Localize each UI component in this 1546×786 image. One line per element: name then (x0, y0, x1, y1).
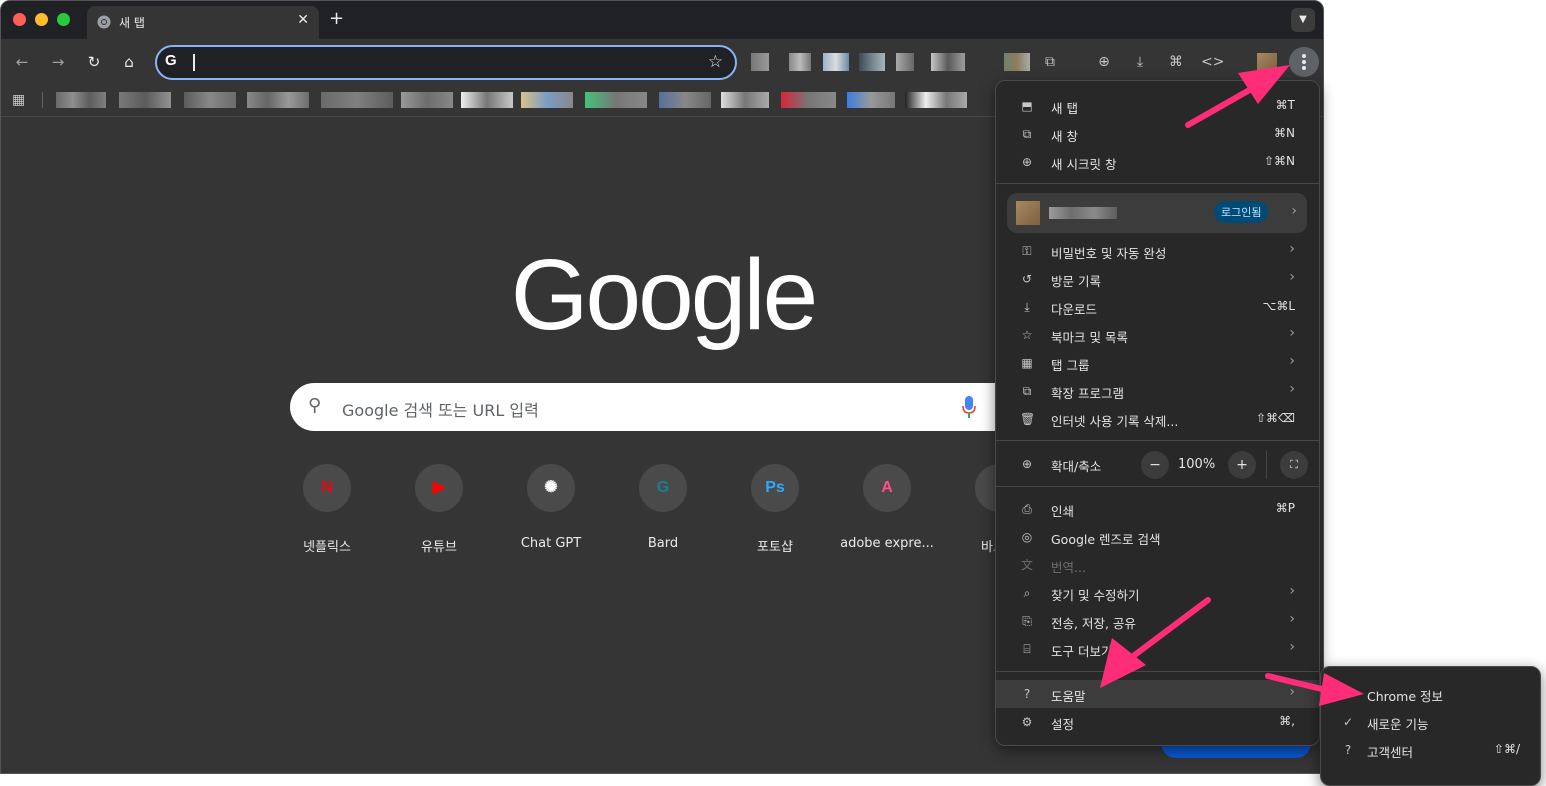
arrow-to-help-item (1100, 597, 1211, 688)
arrow-to-menu-button (1185, 65, 1290, 128)
annotation-arrows (1100, 65, 1364, 706)
arrow-to-chrome-info (1265, 673, 1364, 706)
